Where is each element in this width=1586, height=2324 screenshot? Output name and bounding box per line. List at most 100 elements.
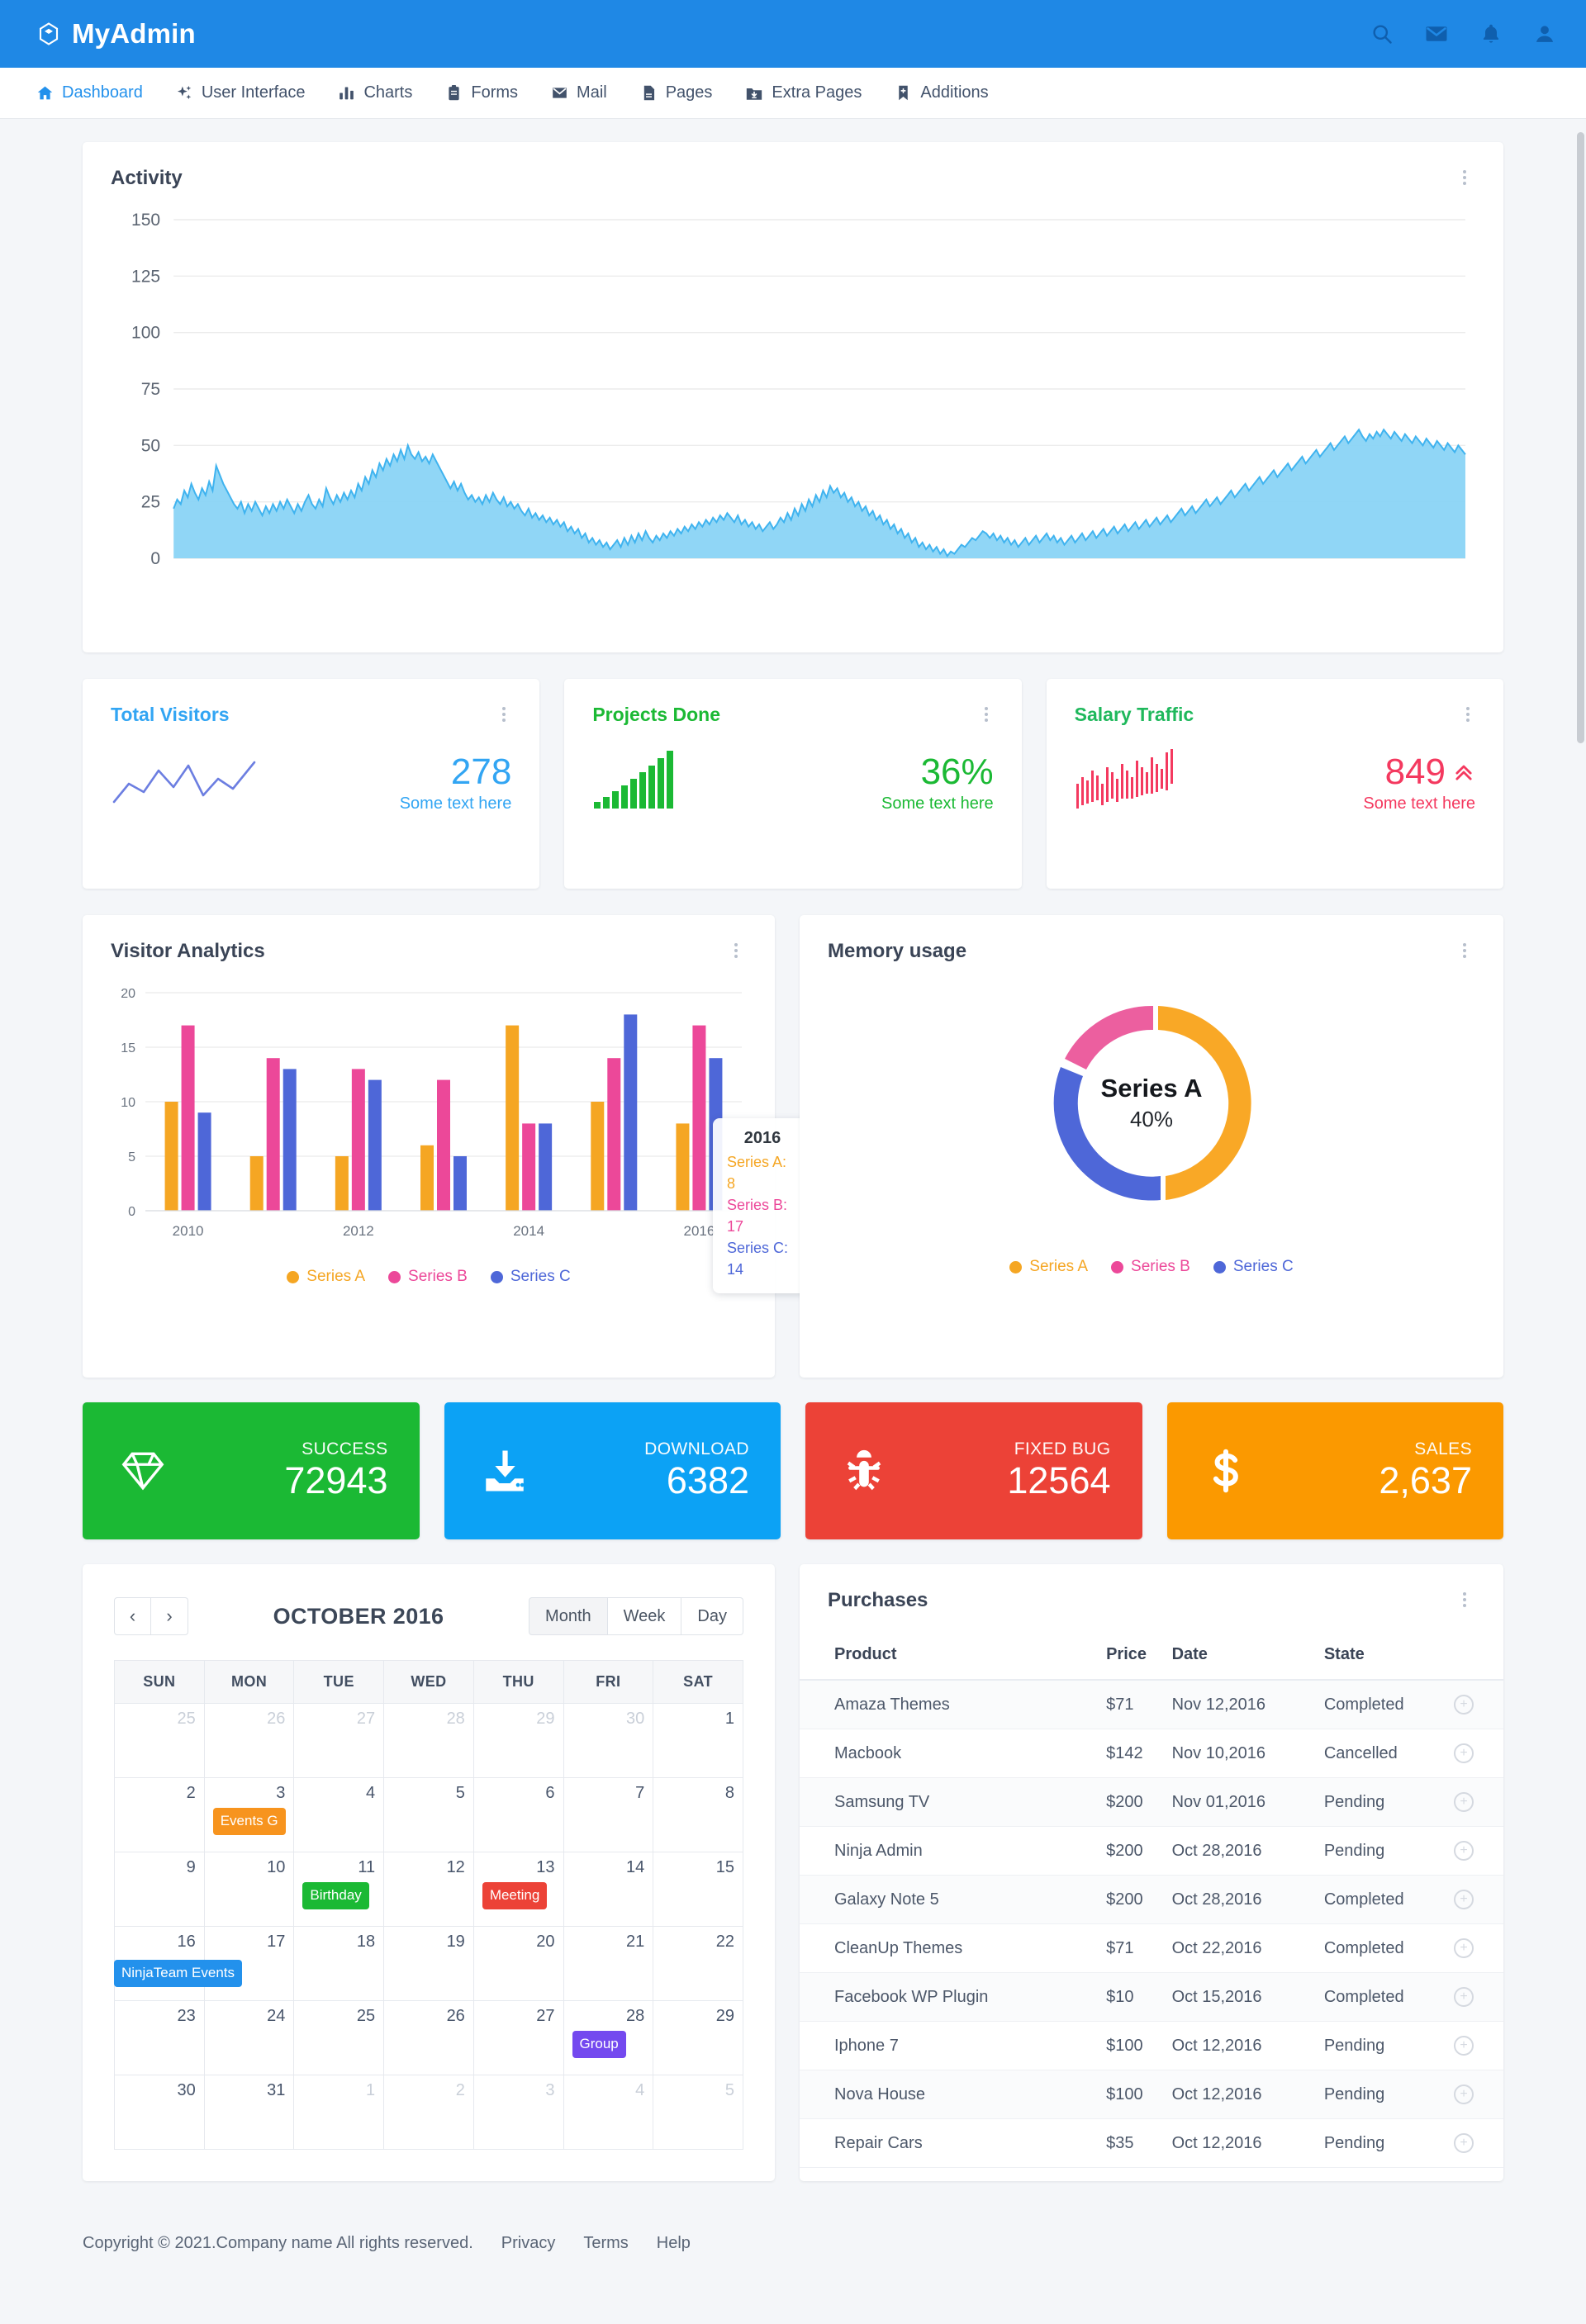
calendar-day-cell[interactable]: 19	[383, 1926, 474, 2001]
table-row[interactable]: Ninja Admin $200 Oct 28,2016 Pending +	[800, 1826, 1503, 1876]
footer-link-privacy[interactable]: Privacy	[501, 2234, 556, 2253]
nav-item-additions[interactable]: Additions	[895, 83, 989, 102]
footer-link-terms[interactable]: Terms	[583, 2234, 628, 2253]
calendar-view-month[interactable]: Month	[529, 1597, 608, 1635]
nav-item-user-interface[interactable]: User Interface	[176, 83, 305, 102]
table-row[interactable]: Facebook WP Plugin $10 Oct 15,2016 Complete…	[800, 1972, 1503, 2022]
card-menu-button[interactable]	[1454, 940, 1475, 961]
tile-fixed-bug[interactable]: FIXED BUG 12564	[805, 1402, 1142, 1539]
nav-item-dashboard[interactable]: Dashboard	[36, 83, 143, 102]
calendar-day-cell[interactable]: 14	[563, 1852, 654, 1927]
brand[interactable]: MyAdmin	[36, 18, 196, 50]
table-row[interactable]: Repair Cars $35 Oct 12,2016 Pending +	[800, 2118, 1503, 2168]
calendar-day-cell[interactable]: 15	[653, 1852, 743, 1927]
calendar-day-cell[interactable]: 18	[293, 1926, 385, 2001]
calendar-day-cell[interactable]: 7	[563, 1777, 654, 1852]
calendar-day-cell[interactable]: 6	[472, 1777, 564, 1852]
row-add-button[interactable]: +	[1454, 2084, 1474, 2104]
calendar-day-cell[interactable]: 30	[563, 1703, 654, 1778]
legend-item-series-a[interactable]: Series A	[1009, 1258, 1088, 1276]
calendar-day-cell[interactable]: 21	[563, 1926, 654, 2001]
calendar-day-cell[interactable]: 12	[383, 1852, 474, 1927]
page-scrollbar[interactable]	[1577, 132, 1584, 743]
calendar-event[interactable]: Events G	[212, 1808, 286, 1835]
calendar-day-cell[interactable]: 25	[293, 2000, 385, 2075]
row-add-button[interactable]: +	[1454, 2133, 1474, 2153]
calendar-next-button[interactable]: ›	[151, 1597, 188, 1635]
row-add-button[interactable]: +	[1454, 1987, 1474, 2007]
table-row[interactable]: Galaxy Note 5 $200 Oct 28,2016 Completed +	[800, 1875, 1503, 1924]
calendar-event[interactable]: NinjaTeam Events	[114, 1960, 243, 1987]
calendar-day-cell[interactable]: 2	[383, 2075, 474, 2150]
row-add-button[interactable]: +	[1454, 1938, 1474, 1958]
bell-icon[interactable]	[1479, 22, 1503, 45]
table-row[interactable]: Amaza Themes $71 Nov 12,2016 Completed +	[800, 1680, 1503, 1729]
legend-item-series-a[interactable]: Series A	[287, 1268, 365, 1286]
tile-success[interactable]: SUCCESS 72943	[83, 1402, 420, 1539]
table-row[interactable]: Samsung TV $200 Nov 01,2016 Pending +	[800, 1777, 1503, 1827]
calendar-day-cell[interactable]: 22	[653, 1926, 743, 2001]
tile-sales[interactable]: SALES 2,637	[1166, 1402, 1503, 1539]
footer-link-help[interactable]: Help	[657, 2234, 691, 2253]
calendar-day-cell[interactable]: 26	[203, 1703, 295, 1778]
calendar-day-cell[interactable]: 11 Birthday	[293, 1852, 385, 1927]
calendar-view-week[interactable]: Week	[607, 1597, 682, 1635]
calendar-day-cell[interactable]: 28 Group	[563, 2000, 654, 2075]
calendar-day-cell[interactable]: 5	[383, 1777, 474, 1852]
legend-item-series-b[interactable]: Series B	[1111, 1258, 1190, 1276]
table-row[interactable]: Nova House $100 Oct 12,2016 Pending +	[800, 2070, 1503, 2119]
calendar-day-cell[interactable]: 10	[203, 1852, 295, 1927]
calendar-day-cell[interactable]: 3 Events G	[203, 1777, 295, 1852]
row-add-button[interactable]: +	[1454, 1695, 1474, 1715]
calendar-day-cell[interactable]: 27	[293, 1703, 385, 1778]
nav-item-extra-pages[interactable]: Extra Pages	[745, 83, 862, 102]
card-menu-button[interactable]	[493, 704, 515, 725]
calendar-day-cell[interactable]: 28	[383, 1703, 474, 1778]
row-add-button[interactable]: +	[1454, 1890, 1474, 1909]
calendar-day-cell[interactable]: 25	[114, 1703, 205, 1778]
calendar-day-cell[interactable]: 3	[472, 2075, 564, 2150]
card-menu-button[interactable]	[1457, 704, 1479, 725]
table-row[interactable]: CleanUp Themes $71 Oct 22,2016 Completed +	[800, 1923, 1503, 1973]
calendar-event[interactable]: Group	[572, 2031, 626, 2058]
calendar-day-cell[interactable]: 8	[653, 1777, 743, 1852]
user-icon[interactable]	[1533, 22, 1556, 45]
calendar-event[interactable]: Meeting	[482, 1882, 548, 1909]
search-icon[interactable]	[1370, 22, 1394, 45]
card-menu-button[interactable]	[976, 704, 997, 725]
nav-item-mail[interactable]: Mail	[551, 83, 607, 102]
legend-item-series-b[interactable]: Series B	[388, 1268, 468, 1286]
calendar-day-cell[interactable]: 9	[114, 1852, 205, 1927]
table-row[interactable]: Macbook $142 Nov 10,2016 Cancelled +	[800, 1729, 1503, 1778]
row-add-button[interactable]: +	[1454, 2036, 1474, 2056]
legend-item-series-c[interactable]: Series C	[490, 1268, 571, 1286]
calendar-day-cell[interactable]: 16 NinjaTeam Events	[114, 1926, 243, 2001]
mail-icon[interactable]	[1424, 21, 1449, 46]
table-row[interactable]: Iphone 7 $100 Oct 12,2016 Pending +	[800, 2021, 1503, 2070]
calendar-day-cell[interactable]: 2	[114, 1777, 205, 1852]
calendar-day-cell[interactable]: 29	[472, 1703, 564, 1778]
row-add-button[interactable]: +	[1454, 1792, 1474, 1812]
card-menu-button[interactable]	[725, 940, 747, 961]
calendar-view-day[interactable]: Day	[681, 1597, 743, 1635]
card-menu-button[interactable]	[1454, 1589, 1475, 1610]
row-add-button[interactable]: +	[1454, 1841, 1474, 1861]
calendar-day-cell[interactable]: 24	[203, 2000, 295, 2075]
calendar-day-cell[interactable]: 4	[563, 2075, 654, 2150]
nav-item-pages[interactable]: Pages	[640, 83, 712, 102]
calendar-event[interactable]: Birthday	[302, 1882, 369, 1909]
calendar-day-cell[interactable]: 30	[114, 2075, 205, 2150]
calendar-day-cell[interactable]: 1	[293, 2075, 385, 2150]
nav-item-charts[interactable]: Charts	[338, 83, 412, 102]
tile-download[interactable]: DOWNLOAD 6382	[444, 1402, 781, 1539]
calendar-day-cell[interactable]: 31	[203, 2075, 295, 2150]
calendar-day-cell[interactable]: 13 Meeting	[472, 1852, 564, 1927]
calendar-day-cell[interactable]: 1	[653, 1703, 743, 1778]
card-menu-button[interactable]	[1454, 167, 1475, 188]
calendar-day-cell[interactable]: 5	[653, 2075, 743, 2150]
legend-item-series-c[interactable]: Series C	[1213, 1258, 1294, 1276]
calendar-day-cell[interactable]: 26	[383, 2000, 474, 2075]
calendar-day-cell[interactable]: 4	[293, 1777, 385, 1852]
nav-item-forms[interactable]: Forms	[445, 83, 518, 102]
calendar-day-cell[interactable]: 20	[472, 1926, 564, 2001]
